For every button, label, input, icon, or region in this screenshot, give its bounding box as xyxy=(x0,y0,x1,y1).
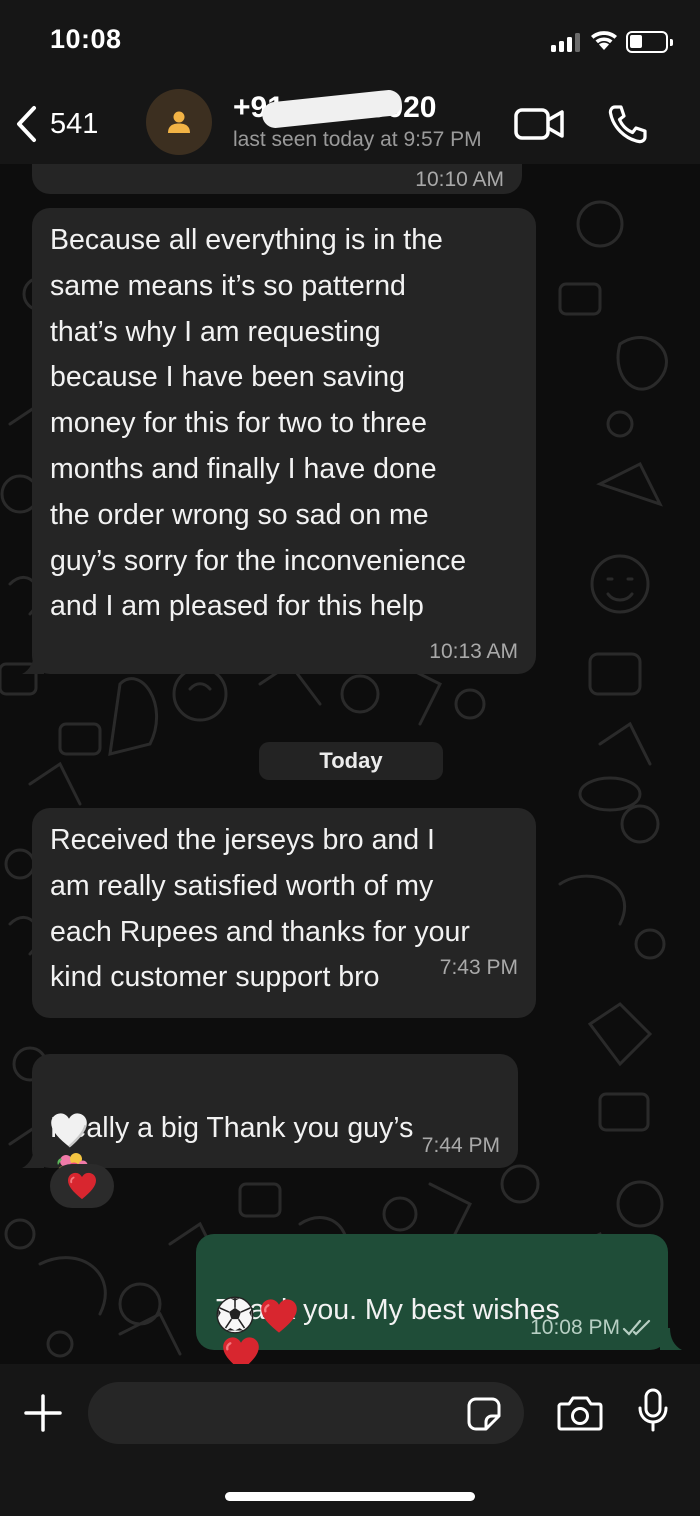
unread-count: 541 xyxy=(50,107,99,140)
message-bubble-outgoing[interactable]: Thank you. My best wishes 10:08 PM xyxy=(196,1234,668,1350)
message-time: 10:10 AM xyxy=(415,168,504,191)
back-chevron-icon xyxy=(17,106,36,142)
message-time: 7:44 PM xyxy=(421,1134,500,1157)
soccer-ball-emoji xyxy=(216,1296,254,1334)
message-time: 10:08 PM xyxy=(530,1316,620,1339)
wifi-icon xyxy=(591,31,617,50)
home-indicator xyxy=(225,1492,475,1501)
white-heart-emoji xyxy=(50,1112,88,1148)
message-bubble-partial[interactable]: 10:10 AM xyxy=(32,164,522,194)
avatar[interactable] xyxy=(146,89,212,155)
bubble-tail xyxy=(660,1328,682,1350)
red-heart-emoji xyxy=(67,1172,97,1200)
message-time: 10:13 AM xyxy=(429,640,518,663)
person-icon xyxy=(168,111,190,133)
phone-icon[interactable] xyxy=(606,102,650,146)
message-time: 7:43 PM xyxy=(439,956,518,979)
chat-area[interactable]: 10:10 AM Because all everything is in th… xyxy=(0,164,700,1364)
message-text: Because all everything is in the same me… xyxy=(50,224,467,623)
chat-header: 541 +91 ••••• 36020 last seen today at 9… xyxy=(0,84,700,164)
date-divider: Today xyxy=(259,742,443,780)
camera-icon[interactable] xyxy=(557,1394,603,1432)
message-text: Really a big Thank you guy’s xyxy=(50,1060,520,1197)
battery-icon xyxy=(626,31,673,53)
message-bubble-incoming[interactable]: Really a big Thank you guy’s 7:44 PM xyxy=(32,1054,518,1168)
bubble-tail xyxy=(22,1146,44,1168)
sticker-icon[interactable] xyxy=(466,1396,502,1432)
status-bar: 10:08 xyxy=(0,0,700,84)
message-input[interactable] xyxy=(88,1382,524,1444)
cellular-signal-icon xyxy=(551,32,581,52)
reaction-badge[interactable] xyxy=(50,1164,114,1208)
back-button[interactable]: 541 xyxy=(14,102,98,146)
message-input-bar xyxy=(0,1364,700,1516)
message-text-content: Really a big Thank you guy’s xyxy=(50,1111,414,1144)
red-heart-emoji xyxy=(260,1298,298,1334)
plus-icon[interactable] xyxy=(24,1394,62,1432)
read-receipt-icon xyxy=(622,1319,651,1336)
microphone-icon[interactable] xyxy=(636,1388,670,1434)
contact-status: last seen today at 9:57 PM xyxy=(233,128,482,151)
message-bubble-incoming[interactable]: Received the jerseys bro and I am really… xyxy=(32,808,536,1018)
video-call-icon[interactable] xyxy=(514,106,566,142)
message-bubble-incoming[interactable]: Because all everything is in the same me… xyxy=(32,208,536,674)
red-heart-emoji xyxy=(222,1336,260,1364)
bubble-tail xyxy=(22,652,44,674)
status-time: 10:08 xyxy=(50,24,122,54)
